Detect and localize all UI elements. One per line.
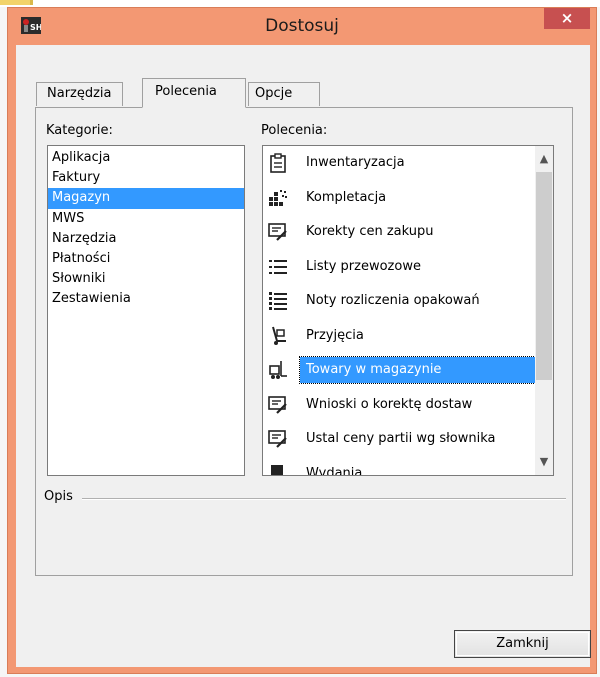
scroll-down-icon[interactable]: ▼ [535, 453, 553, 471]
command-korekty-cen-zakupu[interactable]: Korekty cen zakupu [263, 215, 535, 250]
categories-list: Aplikacja Faktury Magazyn MWS Narzędzia … [48, 146, 244, 310]
edit-form-icon [268, 430, 287, 448]
grid-dots-icon [269, 189, 287, 206]
command-label: Wnioski o korektę dostaw [306, 396, 473, 412]
command-przyjecia[interactable]: Przyjęcia [263, 319, 535, 354]
command-label: Korekty cen zakupu [306, 224, 434, 239]
tab-narzedzia[interactable]: Narzędzia [36, 82, 123, 106]
list-bullets-icon [269, 292, 287, 310]
dialog-client-area: Narzędzia Polecenia Opcje Kategorie: Pol… [16, 45, 591, 667]
command-label: Ustal ceny partii wg słownika [306, 431, 496, 446]
command-label: Kompletacja [306, 189, 387, 205]
command-kompletacja[interactable]: Kompletacja [263, 181, 535, 216]
tab-panel-polecenia: Kategorie: Polecenia: Aplikacja Faktury … [35, 107, 573, 576]
edit-form-icon [268, 395, 287, 414]
commands-list: Inwentaryzacja Kompletacja Korekty cen z… [263, 146, 553, 476]
tab-polecenia[interactable]: Polecenia [142, 78, 246, 108]
category-zestawienia[interactable]: Zestawienia [48, 289, 244, 309]
commands-scrollbar[interactable]: ▲ ▼ [535, 146, 553, 475]
command-noty-rozliczenia-opakowan[interactable]: Noty rozliczenia opakowań [263, 284, 535, 319]
description-separator [82, 498, 566, 500]
scroll-thumb[interactable] [536, 172, 552, 380]
command-label: Inwentaryzacja [306, 155, 405, 170]
close-icon: × [560, 9, 574, 27]
title-bar[interactable]: SH Dostosuj × [8, 8, 596, 42]
close-button[interactable]: Zamknij [454, 630, 591, 658]
command-label: Towary w magazynie [299, 356, 553, 384]
tab-label: Narzędzia [47, 86, 112, 101]
command-label: Przyjęcia [306, 327, 364, 343]
category-faktury[interactable]: Faktury [48, 168, 244, 188]
command-wnioski-o-korekte-dostaw[interactable]: Wnioski o korektę dostaw [263, 388, 535, 423]
command-inwentaryzacja[interactable]: Inwentaryzacja [263, 146, 535, 181]
categories-listbox[interactable]: Aplikacja Faktury Magazyn MWS Narzędzia … [47, 145, 245, 476]
commands-listbox[interactable]: Inwentaryzacja Kompletacja Korekty cen z… [262, 145, 554, 476]
close-button-label: Zamknij [496, 636, 549, 651]
category-platnosci[interactable]: Płatności [48, 249, 244, 269]
command-ustal-ceny-partii[interactable]: Ustal ceny partii wg słownika [263, 422, 535, 457]
close-window-button[interactable]: × [544, 8, 590, 29]
category-mws[interactable]: MWS [48, 209, 244, 229]
description-label: Opis [44, 489, 73, 504]
category-slowniki[interactable]: Słowniki [48, 269, 244, 289]
command-listy-przewozowe[interactable]: Listy przewozowe [263, 250, 535, 285]
category-magazyn[interactable]: Magazyn [48, 188, 244, 209]
window-title: Dostosuj [265, 16, 339, 36]
command-towary-w-magazynie[interactable]: Towary w magazynie [263, 353, 553, 388]
category-aplikacja[interactable]: Aplikacja [48, 148, 244, 168]
tab-label: Polecenia [155, 84, 217, 99]
top-edge-marker-shadow [30, 0, 33, 5]
categories-label: Kategorie: [46, 123, 113, 138]
clipboard-icon [270, 153, 286, 173]
command-label: Wydania [306, 465, 363, 476]
category-narzedzia[interactable]: Narzędzia [48, 229, 244, 249]
outgoing-box-icon [271, 464, 283, 475]
edit-form-icon [268, 223, 287, 241]
top-edge-marker [0, 0, 30, 5]
scroll-up-icon[interactable]: ▲ [535, 150, 553, 168]
tab-opcje[interactable]: Opcje [248, 82, 320, 106]
forklift-icon [269, 361, 287, 379]
commands-label: Polecenia: [261, 123, 328, 138]
customize-dialog: SH Dostosuj × Narzędzia Polecenia Opcje … [7, 7, 597, 674]
command-label: Noty rozliczenia opakowań [306, 293, 480, 308]
command-label: Listy przewozowe [306, 258, 421, 274]
top-edge-strip [0, 0, 600, 7]
hand-truck-icon [272, 326, 286, 345]
command-wydania[interactable]: Wydania [263, 457, 535, 476]
list-icon [269, 259, 287, 274]
tab-label: Opcje [255, 86, 293, 101]
